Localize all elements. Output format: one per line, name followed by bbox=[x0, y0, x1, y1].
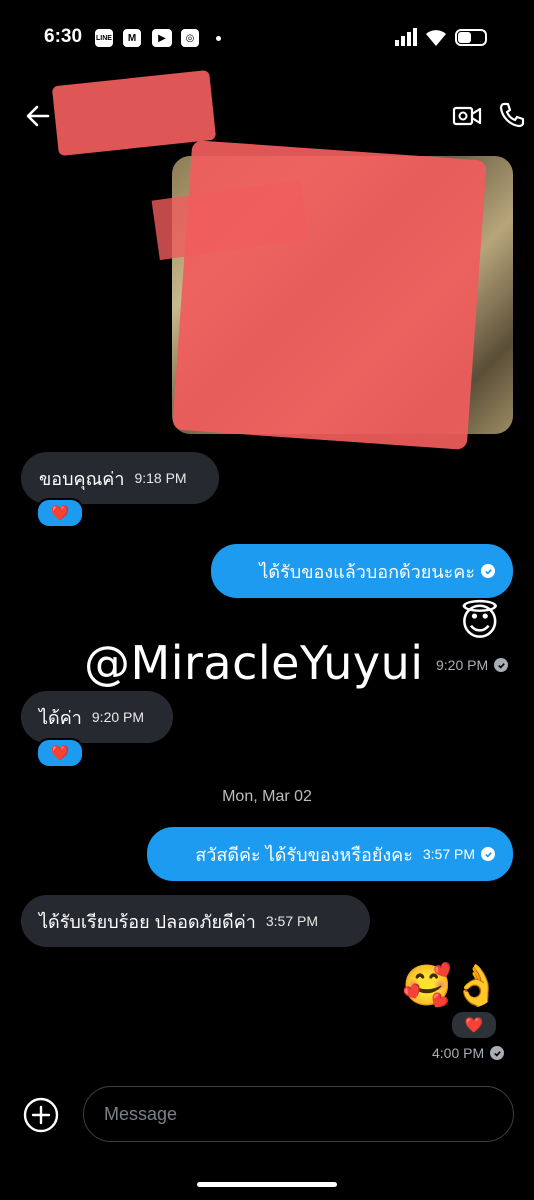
read-check-icon bbox=[481, 847, 495, 861]
redacted-contact-name bbox=[51, 69, 217, 157]
battery-icon bbox=[455, 29, 487, 46]
message-time: 3:57 PM bbox=[422, 846, 475, 862]
read-check-icon bbox=[481, 564, 495, 578]
redacted-image-content bbox=[172, 140, 487, 450]
message-input[interactable] bbox=[83, 1086, 514, 1142]
message-time: 9:20 PM bbox=[436, 657, 489, 673]
message-text: ได้รับเรียบร้อย ปลอดภัยดีค่า bbox=[39, 911, 256, 932]
status-time: 6:30 bbox=[44, 26, 83, 47]
video-call-icon[interactable] bbox=[452, 102, 482, 130]
message-text: ได้ค่า bbox=[39, 707, 82, 728]
message-time: 4:00 PM bbox=[432, 1045, 485, 1061]
heart-reaction[interactable]: ❤️ bbox=[36, 498, 84, 528]
add-attachment-icon[interactable] bbox=[22, 1096, 60, 1134]
message-text: ได้รับของแล้วบอกด้วยนะคะ bbox=[259, 561, 475, 582]
more-notifications-dot bbox=[216, 36, 221, 41]
heart-reaction[interactable]: ❤️ bbox=[450, 1010, 498, 1040]
outgoing-message[interactable]: สวัสดีค่ะ ได้รับของหรือยังคะ 3:57 PM bbox=[147, 827, 513, 881]
wifi-icon bbox=[426, 30, 446, 46]
date-separator: Mon, Mar 02 bbox=[222, 788, 312, 805]
incoming-message[interactable]: ได้ค่า 9:20 PM bbox=[21, 691, 173, 743]
message-meta: 4:00 PM bbox=[432, 1045, 505, 1061]
message-time: 9:20 PM bbox=[91, 709, 145, 725]
watermark: @MiracleYuyui bbox=[84, 636, 424, 690]
youtube-app-icon: ▶ bbox=[152, 29, 172, 47]
notification-app-icon: ◎ bbox=[181, 29, 199, 47]
incoming-message[interactable]: ได้รับเรียบร้อย ปลอดภัยดีค่า 3:57 PM bbox=[21, 895, 370, 947]
read-check-icon bbox=[494, 658, 509, 672]
line-app-icon: LINE bbox=[95, 29, 113, 47]
signal-icon bbox=[395, 28, 417, 46]
message-text: ขอบคุณค่า bbox=[39, 468, 125, 489]
arrow-left-icon[interactable] bbox=[24, 102, 52, 130]
phone-icon[interactable] bbox=[498, 101, 526, 129]
heart-reaction[interactable]: ❤️ bbox=[36, 738, 84, 768]
read-check-icon bbox=[490, 1046, 505, 1060]
message-time: 3:57 PM bbox=[265, 913, 319, 929]
incoming-message[interactable]: ขอบคุณค่า 9:18 PM bbox=[21, 452, 219, 504]
home-indicator[interactable] bbox=[197, 1182, 337, 1187]
gmail-app-icon: M bbox=[123, 29, 141, 47]
message-meta: 9:20 PM bbox=[436, 657, 509, 673]
emoji-message[interactable]: 😇 bbox=[460, 604, 500, 642]
message-time: 9:18 PM bbox=[134, 470, 187, 486]
outgoing-message[interactable]: ได้รับของแล้วบอกด้วยนะคะ bbox=[211, 544, 513, 598]
message-text: สวัสดีค่ะ ได้รับของหรือยังคะ bbox=[195, 844, 413, 865]
emoji-message[interactable]: 🥰👌 bbox=[402, 966, 502, 1006]
